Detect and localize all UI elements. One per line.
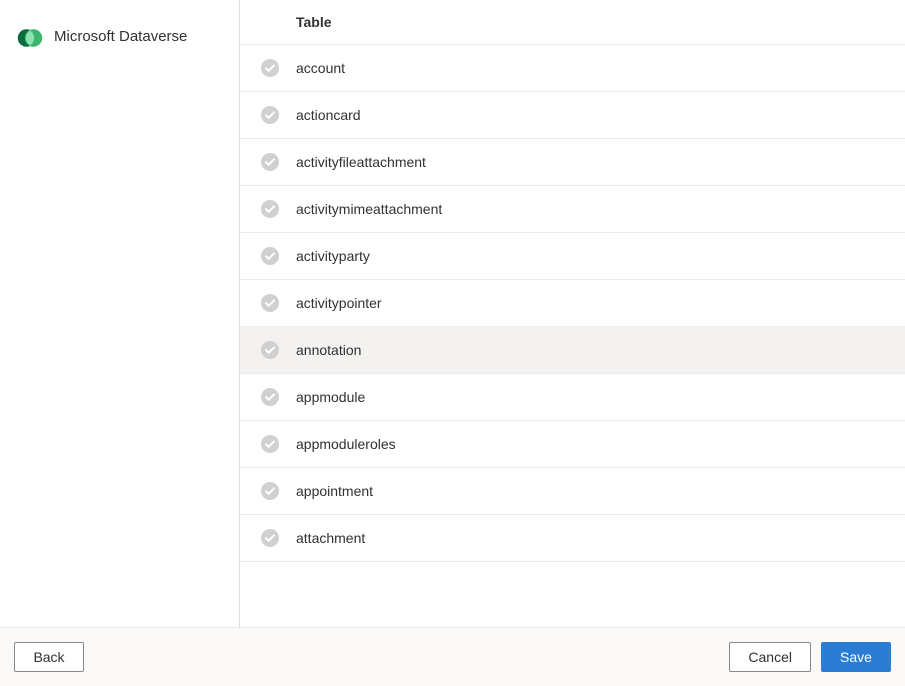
check-circle-icon: [260, 58, 280, 78]
table-row[interactable]: actioncard: [240, 92, 905, 139]
check-circle-icon: [260, 481, 280, 501]
table-row-label: annotation: [296, 342, 361, 358]
table-row-label: appmoduleroles: [296, 436, 396, 452]
dataverse-icon: [16, 24, 44, 52]
check-circle-icon: [260, 340, 280, 360]
check-circle-icon: [260, 199, 280, 219]
table-row[interactable]: annotation: [240, 327, 905, 374]
main-area: Microsoft Dataverse Table account action…: [0, 0, 905, 627]
check-circle-icon: [260, 105, 280, 125]
table-scroll-area[interactable]: Table account actioncard activityfileatt…: [240, 0, 905, 627]
table-row[interactable]: attachment: [240, 515, 905, 562]
table-row-label: appointment: [296, 483, 373, 499]
table-row-label: appmodule: [296, 389, 365, 405]
table-row[interactable]: appmodule: [240, 374, 905, 421]
check-circle-icon: [260, 246, 280, 266]
table-row[interactable]: appmoduleroles: [240, 421, 905, 468]
check-circle-icon: [260, 152, 280, 172]
table-row-label: activitymimeattachment: [296, 201, 442, 217]
check-circle-icon: [260, 293, 280, 313]
table-row[interactable]: activityfileattachment: [240, 139, 905, 186]
save-button[interactable]: Save: [821, 642, 891, 672]
table-container: Table account actioncard activityfileatt…: [240, 0, 905, 562]
table-row[interactable]: activitypointer: [240, 280, 905, 327]
sidebar: Microsoft Dataverse: [0, 0, 240, 627]
table-row-label: actioncard: [296, 107, 361, 123]
dialog-footer: Back Cancel Save: [0, 627, 905, 686]
table-row[interactable]: activitymimeattachment: [240, 186, 905, 233]
table-header[interactable]: Table: [240, 0, 905, 45]
cancel-button[interactable]: Cancel: [729, 642, 811, 672]
check-circle-icon: [260, 387, 280, 407]
table-row-label: attachment: [296, 530, 365, 546]
table-row-label: account: [296, 60, 345, 76]
table-row-label: activityfileattachment: [296, 154, 426, 170]
check-circle-icon: [260, 528, 280, 548]
table-row[interactable]: activityparty: [240, 233, 905, 280]
sidebar-title: Microsoft Dataverse: [54, 24, 187, 45]
back-button[interactable]: Back: [14, 642, 84, 672]
table-row-label: activitypointer: [296, 295, 382, 311]
table-row[interactable]: appointment: [240, 468, 905, 515]
table-row-label: activityparty: [296, 248, 370, 264]
check-circle-icon: [260, 434, 280, 454]
table-row[interactable]: account: [240, 45, 905, 92]
